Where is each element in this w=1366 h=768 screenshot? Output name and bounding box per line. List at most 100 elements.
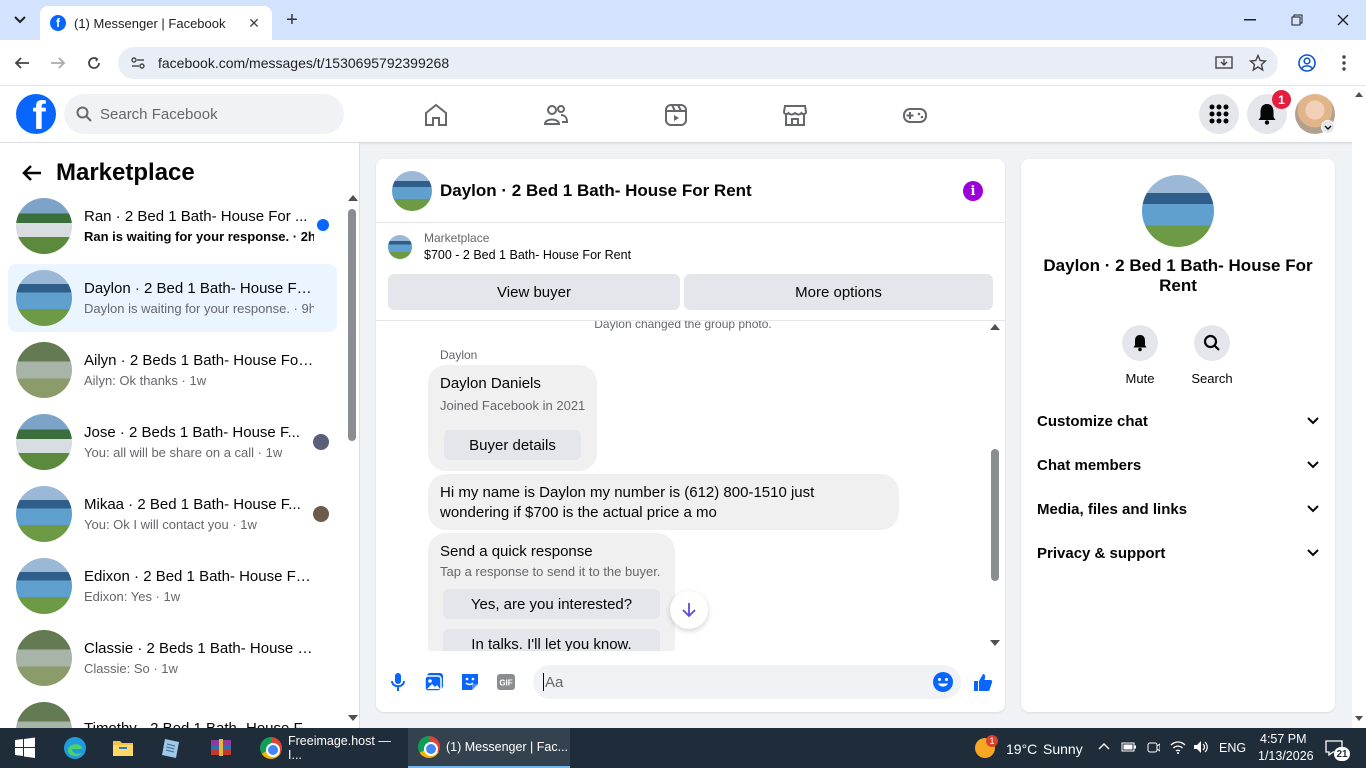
- marketplace-icon[interactable]: [782, 102, 808, 128]
- mute-label: Mute: [1125, 371, 1155, 386]
- page-scroll-down-icon[interactable]: [1355, 716, 1363, 721]
- new-tab-button[interactable]: +: [282, 10, 302, 30]
- taskbar-app-messenger[interactable]: (1) Messenger | Fac...: [408, 728, 570, 768]
- page-scroll-up-icon[interactable]: [1355, 92, 1363, 97]
- more-options-button[interactable]: More options: [684, 274, 993, 310]
- page-scrollbar[interactable]: [1352, 86, 1366, 728]
- buyer-details-button[interactable]: Buyer details: [444, 430, 581, 460]
- thumbs-up-icon[interactable]: [972, 671, 994, 693]
- sidebar-scroll-down-icon[interactable]: [348, 715, 358, 721]
- info-icon[interactable]: i: [963, 181, 983, 201]
- listing-banner[interactable]: Marketplace $700 - 2 Bed 1 Bath- House F…: [388, 231, 631, 262]
- sticker-icon[interactable]: [459, 671, 481, 693]
- taskbar-app-freeimage[interactable]: Freeimage.host — I...: [250, 728, 406, 768]
- gif-icon[interactable]: GIF: [495, 671, 517, 693]
- friends-icon[interactable]: [543, 102, 569, 128]
- gaming-icon[interactable]: [902, 102, 928, 128]
- customize-chat-row[interactable]: Customize chat: [1037, 409, 1319, 433]
- wifi-icon[interactable]: [1170, 740, 1186, 754]
- edge-icon[interactable]: [63, 736, 87, 760]
- chat-scroll-thumb[interactable]: [991, 449, 999, 581]
- privacy-support-row[interactable]: Privacy & support: [1037, 541, 1319, 565]
- message-input[interactable]: Aa: [533, 665, 961, 699]
- menu-grid-button[interactable]: [1199, 94, 1239, 134]
- video-icon[interactable]: [663, 102, 689, 128]
- site-info-icon[interactable]: [130, 55, 146, 71]
- reload-icon[interactable]: [83, 52, 105, 74]
- tab-close-icon[interactable]: ✕: [246, 15, 262, 31]
- windows-start-icon[interactable]: [13, 736, 37, 760]
- search-facebook-input[interactable]: Search Facebook: [64, 94, 344, 134]
- unread-dot: [317, 219, 329, 231]
- tab-title: (1) Messenger | Facebook: [74, 15, 226, 31]
- conversation-item[interactable]: Ailyn · 2 Beds 1 Bath- House For ... Ail…: [8, 336, 337, 404]
- winrar-icon[interactable]: [209, 736, 233, 760]
- meet-now-icon[interactable]: [1146, 740, 1160, 756]
- chat-scroll-down-icon[interactable]: [990, 640, 1000, 646]
- bell-icon: [1133, 335, 1147, 352]
- search-conversation-button[interactable]: Search: [1182, 325, 1242, 386]
- browser-toolbar: facebook.com/messages/t/1530695792399268: [0, 40, 1366, 86]
- quick-response-title: Send a quick response: [440, 543, 593, 560]
- file-explorer-icon[interactable]: [111, 736, 135, 760]
- conversation-name: Timothy · 2 Bed 1 Bath- House F...: [84, 719, 314, 729]
- scroll-to-bottom-button[interactable]: [670, 591, 708, 629]
- photo-icon[interactable]: [423, 671, 445, 693]
- tray-overflow-chevron-icon[interactable]: [1098, 742, 1110, 750]
- chat-title[interactable]: Daylon · 2 Bed 1 Bath- House For Rent: [440, 181, 752, 201]
- sidebar-scrollbar[interactable]: [346, 195, 358, 723]
- restore-icon[interactable]: [1287, 10, 1307, 30]
- language-indicator[interactable]: ENG: [1219, 741, 1246, 755]
- home-icon[interactable]: [423, 102, 449, 128]
- info-avatar[interactable]: [1142, 175, 1214, 247]
- chevron-down-icon: [1307, 461, 1319, 469]
- emoji-icon[interactable]: [932, 671, 954, 693]
- volume-icon[interactable]: [1193, 740, 1209, 754]
- bookmark-star-icon[interactable]: [1249, 54, 1267, 72]
- back-arrow-icon[interactable]: [11, 52, 33, 74]
- account-chevron-icon[interactable]: [1321, 120, 1335, 134]
- quick-response-talks-button[interactable]: In talks. I'll let you know.: [443, 629, 660, 651]
- conversation-item[interactable]: Edixon · 2 Bed 1 Bath- House Fo... Edixo…: [8, 552, 337, 620]
- back-arrow-icon[interactable]: [16, 157, 48, 189]
- conversation-name: Edixon · 2 Bed 1 Bath- House Fo...: [84, 568, 314, 585]
- close-window-icon[interactable]: [1333, 10, 1353, 30]
- browser-tab-messenger[interactable]: f (1) Messenger | Facebook ✕: [40, 6, 272, 40]
- quick-response-yes-button[interactable]: Yes, are you interested?: [443, 589, 660, 619]
- conversation-snippet: Ailyn: Ok thanks · 1w: [84, 373, 207, 388]
- mute-button[interactable]: Mute: [1110, 325, 1170, 386]
- clock-time[interactable]: 4:57 PM: [1260, 732, 1307, 746]
- sidebar-scroll-up-icon[interactable]: [348, 195, 358, 201]
- tab-search-chevron-icon[interactable]: [8, 8, 32, 32]
- media-files-links-row[interactable]: Media, files and links: [1037, 497, 1319, 521]
- marketplace-sidebar: Marketplace Ran · 2 Bed 1 Bath- House Fo…: [0, 143, 360, 728]
- conversation-thumbnail: [16, 414, 72, 470]
- sidebar-scroll-thumb[interactable]: [348, 209, 356, 441]
- forward-arrow-icon[interactable]: [47, 52, 69, 74]
- chat-avatar[interactable]: [392, 170, 432, 211]
- conversation-item[interactable]: Classie · 2 Beds 1 Bath- House F... Clas…: [8, 624, 337, 692]
- menu-grid-icon: [1209, 104, 1229, 124]
- microphone-icon[interactable]: [387, 671, 409, 693]
- address-bar[interactable]: facebook.com/messages/t/1530695792399268: [118, 47, 1278, 79]
- conversation-item-active[interactable]: Daylon · 2 Bed 1 Bath- House Fo... Daylo…: [8, 264, 337, 332]
- minimize-icon[interactable]: [1240, 10, 1260, 30]
- clock-date[interactable]: 1/13/2026: [1258, 749, 1314, 763]
- chat-scroll-up-icon[interactable]: [990, 324, 1000, 330]
- facebook-logo-icon[interactable]: f: [16, 94, 56, 134]
- conversation-snippet: Classie: So · 1w: [84, 661, 178, 676]
- profile-account-icon[interactable]: [1296, 52, 1318, 74]
- conversation-info-pane: Daylon · 2 Bed 1 Bath- House For Rent Mu…: [1021, 159, 1335, 712]
- battery-icon[interactable]: [1121, 741, 1137, 753]
- conversation-item[interactable]: Timothy · 2 Bed 1 Bath- House F...: [8, 696, 337, 728]
- conversation-item[interactable]: Mikaa · 2 Bed 1 Bath- House F... You: Ok…: [8, 480, 337, 548]
- conversation-item[interactable]: Jose · 2 Beds 1 Bath- House F... You: al…: [8, 408, 337, 476]
- view-buyer-button[interactable]: View buyer: [388, 274, 680, 310]
- browser-menu-icon[interactable]: [1333, 52, 1355, 74]
- chat-members-row[interactable]: Chat members: [1037, 453, 1319, 477]
- chat-scrollbar[interactable]: [988, 324, 1000, 650]
- quick-response-bubble: Send a quick response Tap a response to …: [428, 533, 675, 651]
- notepad-icon[interactable]: [160, 736, 184, 760]
- conversation-item[interactable]: Ran · 2 Bed 1 Bath- House For ... Ran is…: [8, 192, 337, 260]
- install-app-icon[interactable]: [1215, 54, 1233, 72]
